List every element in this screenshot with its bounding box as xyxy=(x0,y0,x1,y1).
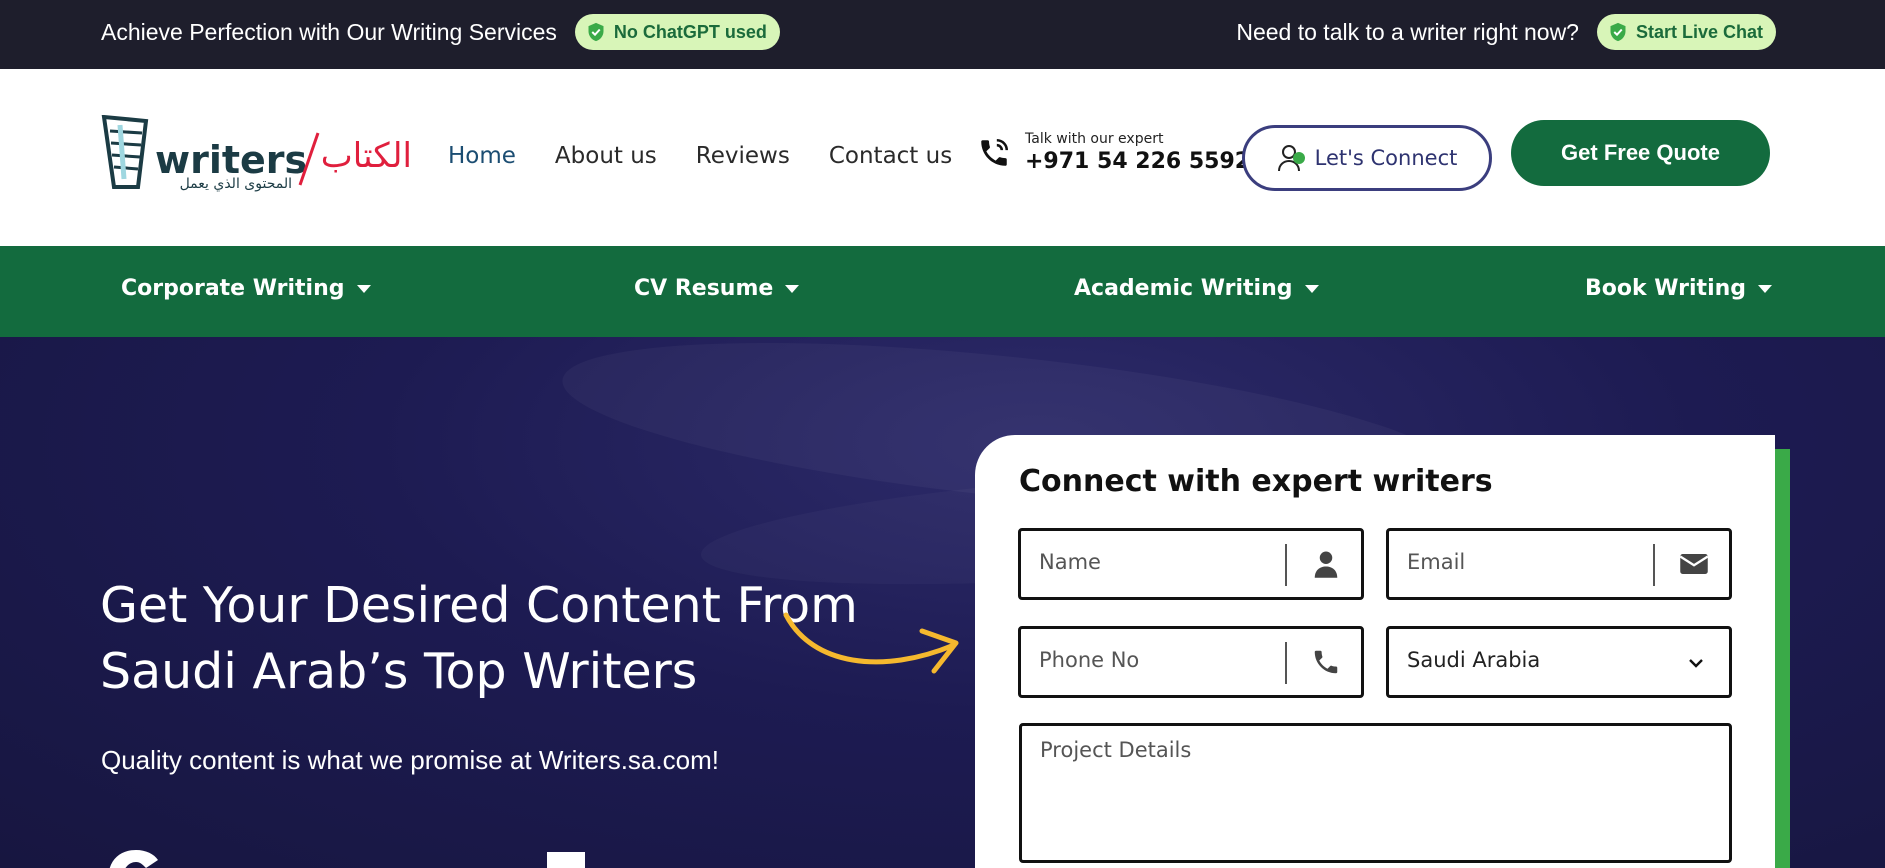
user-icon xyxy=(1314,551,1338,578)
phone-icon xyxy=(1314,650,1338,674)
get-free-quote-button[interactable]: Get Free Quote xyxy=(1511,120,1770,186)
project-details-placeholder: Project Details xyxy=(1040,738,1192,762)
logo-arabic: الكتاب xyxy=(321,136,412,176)
writers-logo-icon: writers الكتاب المحتوى الذي يعمل xyxy=(101,114,412,192)
phone-call-icon xyxy=(981,138,1009,166)
email-field[interactable]: Email xyxy=(1386,528,1732,600)
expert-contact[interactable]: Talk with our expert +971 54 226 5592 xyxy=(977,131,1250,174)
services-cv-resume[interactable]: CV Resume xyxy=(634,276,800,301)
field-divider xyxy=(1285,642,1287,684)
services-label: Corporate Writing xyxy=(121,276,345,301)
site-header: writers الكتاب المحتوى الذي يعمل Home Ab… xyxy=(0,69,1885,246)
caret-down-icon xyxy=(356,284,371,293)
hero-title: Get Your Desired Content From Saudi Arab… xyxy=(100,577,858,700)
top-announcement-bar: Achieve Perfection with Our Writing Serv… xyxy=(0,0,1885,69)
phone-field[interactable]: Phone No xyxy=(1018,626,1364,698)
shield-check-icon xyxy=(588,22,604,42)
nav-contact-us[interactable]: Contact us xyxy=(829,143,952,169)
user-online-icon xyxy=(1277,143,1307,173)
start-live-chat-button[interactable]: Start Live Chat xyxy=(1596,14,1776,50)
envelope-icon xyxy=(1679,554,1709,574)
project-details-field[interactable]: Project Details xyxy=(1019,723,1732,863)
caret-down-icon xyxy=(1758,284,1773,293)
talk-writer-message: Need to talk to a writer right now? xyxy=(1236,18,1579,45)
services-bar: Corporate Writing CV Resume Academic Wri… xyxy=(0,246,1885,337)
connect-form-card: Connect with expert writers Name Email P… xyxy=(975,435,1775,868)
services-label: Academic Writing xyxy=(1074,276,1293,301)
main-nav: Home About us Reviews Contact us xyxy=(448,143,952,169)
nav-reviews[interactable]: Reviews xyxy=(696,143,790,169)
lets-connect-label: Let's Connect xyxy=(1314,146,1458,170)
country-select[interactable]: Saudi Arabia xyxy=(1386,626,1732,698)
field-divider xyxy=(1653,544,1655,586)
caret-down-icon xyxy=(1304,284,1319,293)
hero-subtitle: Quality content is what we promise at Wr… xyxy=(101,745,719,775)
no-chatgpt-badge: No ChatGPT used xyxy=(574,14,780,50)
email-placeholder: Email xyxy=(1407,550,1466,574)
partner-logos-strip xyxy=(109,850,585,868)
nav-home[interactable]: Home xyxy=(448,143,516,169)
site-logo[interactable]: writers الكتاب المحتوى الذي يعمل xyxy=(100,114,415,195)
lets-connect-button[interactable]: Let's Connect xyxy=(1242,125,1492,191)
services-academic-writing[interactable]: Academic Writing xyxy=(1074,276,1319,301)
top-bar-left: Achieve Perfection with Our Writing Serv… xyxy=(101,14,780,50)
live-chat-label: Start Live Chat xyxy=(1635,21,1763,42)
card-accent-edge xyxy=(1775,449,1790,868)
shield-check-icon xyxy=(1610,22,1626,42)
form-title: Connect with expert writers xyxy=(1019,464,1493,499)
name-placeholder: Name xyxy=(1039,550,1101,574)
logo-tagline: المحتوى الذي يعمل xyxy=(180,176,292,192)
caret-down-icon xyxy=(785,284,800,293)
services-book-writing[interactable]: Book Writing xyxy=(1585,276,1773,301)
expert-phone[interactable]: +971 54 226 5592 xyxy=(1025,149,1250,174)
expert-label: Talk with our expert xyxy=(1025,131,1164,147)
no-chatgpt-label: No ChatGPT used xyxy=(613,21,767,42)
field-divider xyxy=(1285,544,1287,586)
services-label: CV Resume xyxy=(634,276,774,301)
curved-arrow-icon xyxy=(783,612,959,674)
services-corporate-writing[interactable]: Corporate Writing xyxy=(121,276,371,301)
country-selected-value: Saudi Arabia xyxy=(1407,648,1541,672)
phone-placeholder: Phone No xyxy=(1039,648,1140,672)
expert-text: Talk with our expert +971 54 226 5592 xyxy=(1025,131,1250,174)
top-bar-right: Need to talk to a writer right now? Star… xyxy=(1236,14,1776,50)
chevron-down-icon xyxy=(1689,659,1703,668)
top-bar-message: Achieve Perfection with Our Writing Serv… xyxy=(101,18,557,45)
services-label: Book Writing xyxy=(1585,276,1747,301)
nav-about-us[interactable]: About us xyxy=(555,143,657,169)
name-field[interactable]: Name xyxy=(1018,528,1364,600)
